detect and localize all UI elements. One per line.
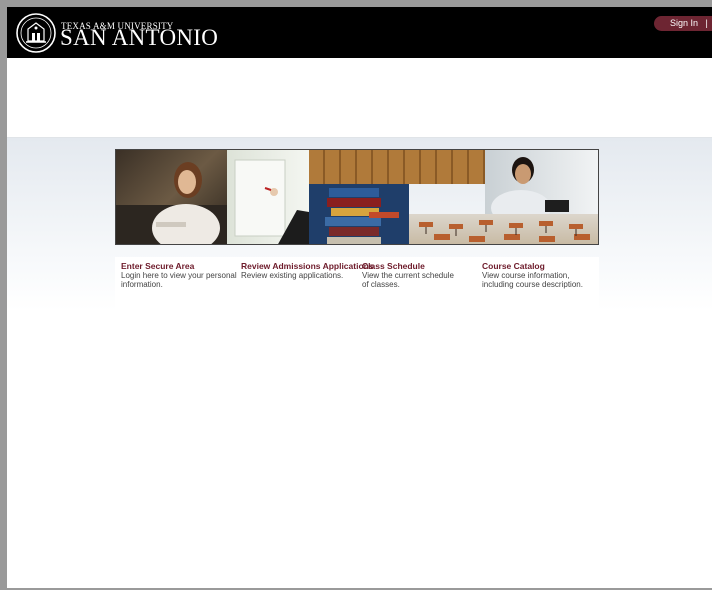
link-title[interactable]: Review Admissions Applications xyxy=(241,261,374,271)
banner-photo-student xyxy=(116,150,227,244)
link-description: Review existing applications. xyxy=(241,271,344,280)
link-title[interactable]: Enter Secure Area xyxy=(121,261,239,271)
link-description: Login here to view your personal informa… xyxy=(121,271,237,289)
site-header: TEXAS A&M UNIVERSITY SAN ANTONIO Sign In… xyxy=(7,7,712,58)
banner-photo-student-laptop xyxy=(485,150,598,214)
link-title[interactable]: Class Schedule xyxy=(362,261,462,271)
link-title[interactable]: Course Catalog xyxy=(482,261,594,271)
sign-in-button[interactable]: Sign In | xyxy=(654,16,712,31)
link-enter-secure-area[interactable]: Enter Secure Area Login here to view you… xyxy=(121,261,239,289)
campus-name: SAN ANTONIO xyxy=(60,25,219,50)
banner-photo-whiteboard xyxy=(227,150,309,244)
banner-photo-books xyxy=(309,184,409,244)
banner-photo-classroom xyxy=(409,214,598,244)
sign-in-label: Sign In xyxy=(670,18,699,28)
photo-banner xyxy=(115,149,599,245)
quick-links: Enter Secure Area Login here to view you… xyxy=(115,257,599,309)
link-description: View course information, including cours… xyxy=(482,271,583,289)
sign-in-separator: | xyxy=(705,18,708,28)
university-seal-icon xyxy=(16,13,56,53)
link-description: View the current schedule of classes. xyxy=(362,271,454,289)
banner-photo-lockers xyxy=(309,150,485,184)
link-class-schedule[interactable]: Class Schedule View the current schedule… xyxy=(362,261,462,289)
link-review-admissions[interactable]: Review Admissions Applications Review ex… xyxy=(241,261,374,280)
browser-page: TEXAS A&M UNIVERSITY SAN ANTONIO Sign In… xyxy=(7,7,712,588)
link-course-catalog[interactable]: Course Catalog View course information, … xyxy=(482,261,594,289)
